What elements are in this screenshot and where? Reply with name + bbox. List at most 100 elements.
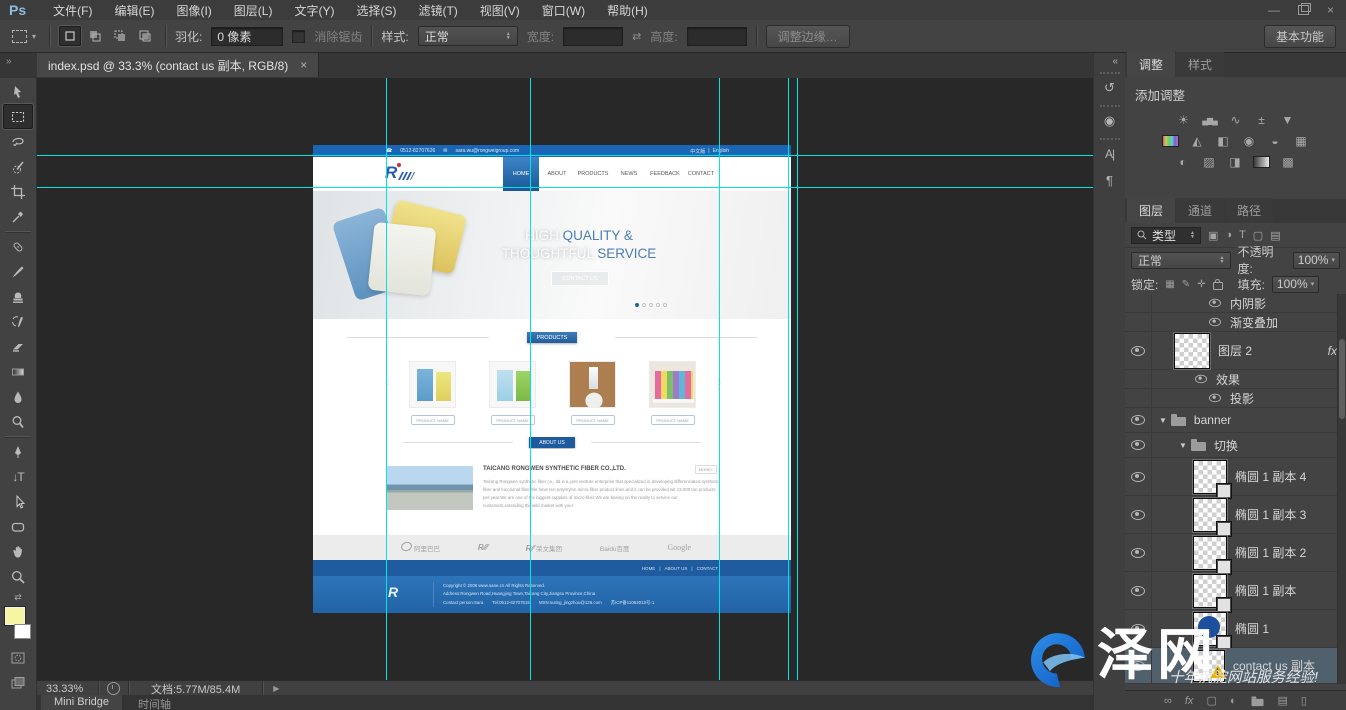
path-selection-tool[interactable] <box>3 489 33 514</box>
tab-styles[interactable]: 样式 <box>1176 52 1224 77</box>
width-input[interactable] <box>563 27 623 46</box>
visibility-eye-icon[interactable] <box>1131 586 1145 596</box>
close-icon[interactable]: × <box>1327 3 1334 17</box>
character-panel-icon[interactable]: A| <box>1097 142 1123 166</box>
crop-tool[interactable] <box>3 179 33 204</box>
rectangular-marquee-tool[interactable] <box>3 104 33 129</box>
height-input[interactable] <box>687 27 747 46</box>
blur-tool[interactable] <box>3 384 33 409</box>
lasso-tool[interactable] <box>3 129 33 154</box>
selective-color-icon[interactable]: ▩ <box>1280 155 1296 169</box>
scrollbar-thumb[interactable] <box>1339 339 1345 419</box>
guide-vertical[interactable] <box>797 78 798 680</box>
tab-adjustments[interactable]: 调整 <box>1127 52 1175 77</box>
style-dropdown[interactable]: 正常 ▲▼ <box>418 26 518 46</box>
layer-row[interactable]: 椭圆 1 副本 4 <box>1125 458 1346 496</box>
layer-fx-badge[interactable]: fx <box>1328 344 1337 358</box>
gradient-tool[interactable] <box>3 359 33 384</box>
menu-type[interactable]: 文字(Y) <box>283 2 345 19</box>
layer-thumbnail[interactable] <box>1193 460 1227 494</box>
fill-input[interactable]: 100% ▾ <box>1272 276 1319 293</box>
canvas-viewport[interactable]: ☎ 0512-82707626 ✉ sara.wu@rongweigroup.c… <box>37 78 1093 680</box>
layer-row[interactable]: 椭圆 1 副本 <box>1125 572 1346 610</box>
brightness-contrast-icon[interactable]: ☀ <box>1176 113 1192 127</box>
restore-icon[interactable] <box>1298 5 1309 15</box>
menu-file[interactable]: 文件(F) <box>42 2 103 19</box>
visibility-cell[interactable] <box>1125 313 1152 331</box>
hue-saturation-icon[interactable] <box>1162 134 1179 148</box>
tab-paths[interactable]: 路径 <box>1225 198 1273 223</box>
layer-row[interactable]: 椭圆 1 副本 2 <box>1125 534 1346 572</box>
blend-mode-dropdown[interactable]: 正常 ▲▼ <box>1131 252 1231 269</box>
visibility-eye-icon[interactable] <box>1209 318 1221 327</box>
subtract-from-selection-icon[interactable] <box>109 26 131 46</box>
swap-dimensions-icon[interactable]: ⇄ <box>632 30 641 43</box>
visibility-cell[interactable] <box>1125 433 1152 457</box>
filter-pixel-layers-icon[interactable]: ▣ <box>1208 229 1218 242</box>
workspace-button[interactable]: 基本功能 <box>1264 25 1336 48</box>
foreground-color-swatch[interactable] <box>5 607 25 625</box>
visibility-eye-icon[interactable] <box>1131 548 1145 558</box>
expand-dock-icon[interactable]: » <box>6 56 12 67</box>
menu-image[interactable]: 图像(I) <box>165 2 222 19</box>
expand-group-icon[interactable]: ▼ <box>1159 416 1167 425</box>
clone-stamp-tool[interactable] <box>3 284 33 309</box>
tab-close-icon[interactable]: × <box>300 58 307 72</box>
curves-icon[interactable]: ∿ <box>1228 113 1244 127</box>
move-tool[interactable] <box>3 79 33 104</box>
filter-type-layers-icon[interactable]: T <box>1239 229 1246 241</box>
visibility-cell[interactable] <box>1125 294 1152 312</box>
zoom-tool[interactable] <box>3 564 33 589</box>
menu-select[interactable]: 选择(S) <box>345 2 407 19</box>
spot-healing-brush-tool[interactable] <box>3 234 33 259</box>
visibility-cell[interactable] <box>1125 389 1152 407</box>
gradient-map-icon[interactable] <box>1253 155 1270 169</box>
guide-horizontal[interactable] <box>37 155 1093 156</box>
visibility-eye-icon[interactable] <box>1195 375 1207 384</box>
layer-thumbnail[interactable] <box>1193 536 1227 570</box>
layer-effect-row[interactable]: 投影 <box>1125 389 1346 408</box>
rounded-rectangle-tool[interactable] <box>3 514 33 539</box>
menu-filter[interactable]: 滤镜(T) <box>407 2 468 19</box>
visibility-cell[interactable] <box>1125 370 1152 388</box>
filter-smart-objects-icon[interactable]: ▤ <box>1270 229 1280 242</box>
filter-kind-dropdown[interactable]: 类型 ▲▼ <box>1131 227 1201 244</box>
history-brush-tool[interactable] <box>3 309 33 334</box>
history-panel-icon[interactable]: ↺ <box>1097 76 1123 100</box>
color-balance-icon[interactable]: ◭ <box>1189 134 1205 148</box>
levels-icon[interactable]: ▄▆▄ <box>1202 113 1218 127</box>
dock-handle[interactable] <box>1100 105 1120 107</box>
visibility-eye-icon[interactable] <box>1131 346 1145 356</box>
background-color-swatch[interactable] <box>14 624 31 639</box>
invert-icon[interactable]: ◐ <box>1175 155 1191 169</box>
threshold-icon[interactable]: ◨ <box>1227 155 1243 169</box>
feather-input[interactable]: 0 像素 <box>211 27 283 46</box>
antialias-checkbox[interactable] <box>292 30 305 43</box>
menu-view[interactable]: 视图(V) <box>469 2 531 19</box>
lock-position-icon[interactable]: ✛ <box>1197 279 1205 290</box>
vibrance-icon[interactable]: ▼ <box>1280 113 1296 127</box>
layer-thumbnail[interactable] <box>1193 574 1227 608</box>
add-to-selection-icon[interactable] <box>84 26 106 46</box>
tab-layers[interactable]: 图层 <box>1127 198 1175 223</box>
tab-channels[interactable]: 通道 <box>1176 198 1224 223</box>
visibility-eye-icon[interactable] <box>1131 440 1145 450</box>
quick-mask-icon[interactable] <box>3 645 33 670</box>
eyedropper-tool[interactable] <box>3 204 33 229</box>
paragraph-panel-icon[interactable]: ¶ <box>1097 168 1123 192</box>
screen-mode-icon[interactable] <box>3 670 33 695</box>
black-white-icon[interactable]: ◧ <box>1215 134 1231 148</box>
hand-tool[interactable] <box>3 539 33 564</box>
minimize-icon[interactable]: — <box>1268 3 1280 17</box>
tool-preset-picker[interactable]: ▾ <box>8 30 40 43</box>
color-lookup-icon[interactable]: ▦ <box>1293 134 1309 148</box>
eraser-tool[interactable] <box>3 334 33 359</box>
layer-effect-row[interactable]: 渐变叠加 <box>1125 313 1346 332</box>
quick-selection-tool[interactable] <box>3 154 33 179</box>
layer-thumbnail[interactable] <box>1174 333 1210 369</box>
guide-vertical[interactable] <box>788 78 789 680</box>
filter-shape-layers-icon[interactable]: ▢ <box>1253 229 1263 242</box>
refine-edge-button[interactable]: 调整边缘… <box>766 25 850 48</box>
lock-transparency-icon[interactable]: ▦ <box>1165 279 1174 290</box>
status-options-icon[interactable]: ▶ <box>273 684 279 693</box>
